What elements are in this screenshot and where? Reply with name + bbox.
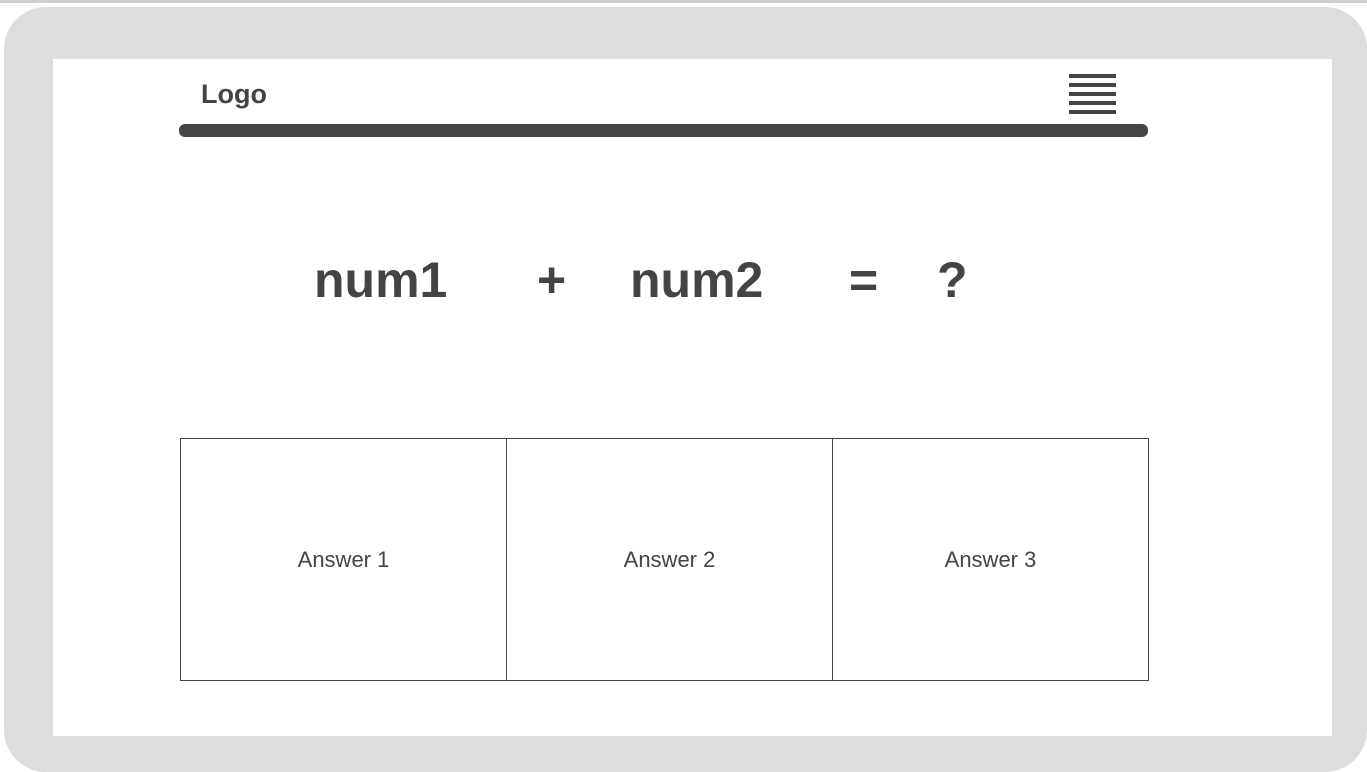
equals-sign: = bbox=[849, 252, 879, 308]
operator-plus: + bbox=[537, 252, 567, 308]
result-placeholder: ? bbox=[937, 252, 968, 308]
answer-3-button[interactable]: Answer 3 bbox=[832, 439, 1148, 680]
menu-line bbox=[1069, 110, 1116, 114]
logo[interactable]: Logo bbox=[201, 77, 267, 111]
answer-options: Answer 1 Answer 2 Answer 3 bbox=[180, 438, 1149, 681]
operand-2: num2 bbox=[630, 252, 764, 308]
header-divider bbox=[179, 124, 1148, 137]
menu-line bbox=[1069, 101, 1116, 105]
menu-line bbox=[1069, 74, 1116, 78]
operand-1: num1 bbox=[314, 252, 448, 308]
menu-line bbox=[1069, 92, 1116, 96]
answer-2-button[interactable]: Answer 2 bbox=[506, 439, 832, 680]
window-top-edge bbox=[0, 0, 1367, 3]
answer-1-button[interactable]: Answer 1 bbox=[181, 439, 506, 680]
hamburger-menu-icon[interactable] bbox=[1068, 74, 1117, 115]
menu-line bbox=[1069, 83, 1116, 87]
